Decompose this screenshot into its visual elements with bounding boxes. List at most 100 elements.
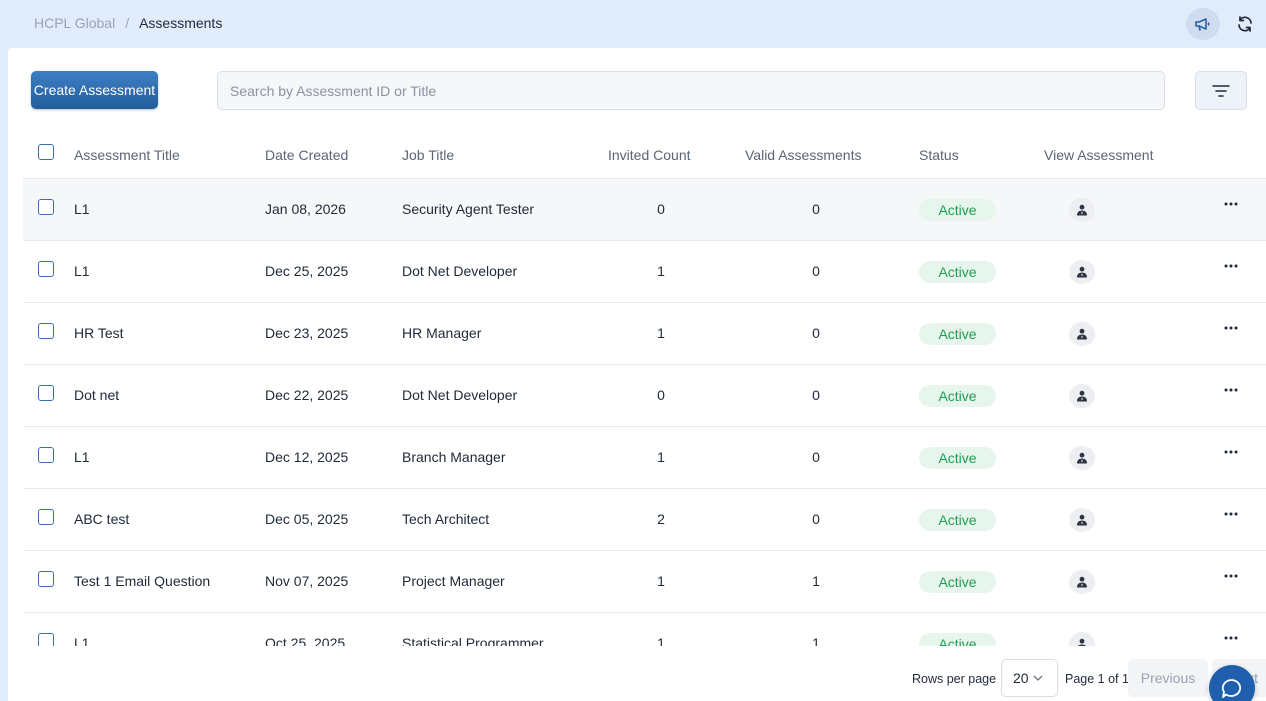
more-horizontal-icon [1224, 388, 1238, 392]
row-actions-button[interactable] [1218, 441, 1244, 461]
date-created: Dec 22, 2025 [265, 387, 349, 403]
row-actions-button[interactable] [1218, 255, 1244, 275]
rows-per-page-label: Rows per page [912, 672, 997, 686]
invited-count: 0 [657, 201, 665, 217]
table-row[interactable]: Dot net Dec 22, 2025 Dot Net Developer 0 0 Ac… [23, 364, 1266, 426]
more-horizontal-icon [1224, 450, 1238, 454]
job-title: Dot Net Developer [402, 387, 518, 403]
view-assessment-button[interactable] [1069, 198, 1095, 222]
chat-icon [1221, 679, 1242, 698]
job-title: Security Agent Tester [402, 201, 535, 217]
previous-page-button[interactable]: Previous [1128, 659, 1208, 697]
invited-count: 2 [657, 511, 665, 527]
invited-count: 1 [657, 263, 665, 279]
table-row[interactable]: L1 Dec 25, 2025 Dot Net Developer 1 0 Active [23, 240, 1266, 302]
row-checkbox[interactable] [38, 385, 54, 401]
assessment-title[interactable]: HR Test [74, 325, 124, 341]
date-created: Oct 25, 2025 [265, 635, 346, 646]
row-actions-button[interactable] [1218, 193, 1244, 213]
more-horizontal-icon [1224, 512, 1238, 516]
column-job-title[interactable]: Job Title [402, 147, 454, 163]
job-title: Tech Architect [402, 511, 490, 527]
assessment-title[interactable]: L1 [74, 635, 90, 646]
table-row[interactable]: L1 Jan 08, 2026 Security Agent Tester 0 0 Act… [23, 178, 1266, 240]
valid-assessments: 0 [812, 201, 820, 217]
refresh-icon [1238, 16, 1252, 32]
assessment-title[interactable]: L1 [74, 449, 90, 465]
assessment-title[interactable]: Test 1 Email Question [74, 573, 210, 589]
view-assessment-button[interactable] [1069, 446, 1095, 470]
column-invited-count[interactable]: Invited Count [608, 147, 691, 163]
status-badge: Active [919, 261, 996, 283]
status-badge: Active [919, 633, 996, 646]
view-assessment-button[interactable] [1069, 260, 1095, 284]
user-view-icon [1077, 390, 1087, 402]
select-all-checkbox[interactable] [38, 144, 54, 160]
assessment-title[interactable]: L1 [74, 263, 90, 279]
assessment-title[interactable]: ABC test [74, 511, 129, 527]
row-checkbox[interactable] [38, 571, 54, 587]
table-header: Assessment Title Date Created Job Title … [23, 134, 1266, 178]
status-badge: Active [919, 323, 996, 345]
rows-per-page-select[interactable]: 20 [1001, 659, 1058, 697]
status-badge: Active [919, 571, 996, 593]
column-valid-assessments[interactable]: Valid Assessments [745, 147, 861, 163]
assessment-title[interactable]: Dot net [74, 387, 119, 403]
column-assessment-title[interactable]: Assessment Title [74, 147, 180, 163]
table-row[interactable]: L1 Dec 12, 2025 Branch Manager 1 0 Active [23, 426, 1266, 488]
more-horizontal-icon [1224, 636, 1238, 640]
row-checkbox[interactable] [38, 509, 54, 525]
row-checkbox[interactable] [38, 261, 54, 277]
view-assessment-button[interactable] [1069, 508, 1095, 532]
breadcrumb-separator: / [125, 15, 130, 31]
filter-icon [1212, 84, 1230, 97]
row-actions-button[interactable] [1218, 379, 1244, 399]
row-actions-button[interactable] [1218, 317, 1244, 337]
table-row[interactable]: HR Test Dec 23, 2025 HR Manager 1 0 Active [23, 302, 1266, 364]
column-status[interactable]: Status [919, 147, 959, 163]
more-horizontal-icon [1224, 264, 1238, 268]
more-horizontal-icon [1224, 326, 1238, 330]
invited-count: 1 [657, 449, 665, 465]
row-checkbox[interactable] [38, 447, 54, 463]
user-view-icon [1077, 576, 1087, 588]
view-assessment-button[interactable] [1069, 632, 1095, 646]
megaphone-icon [1195, 18, 1210, 31]
create-assessment-button[interactable]: Create Assessment [31, 71, 158, 109]
row-actions-button[interactable] [1218, 503, 1244, 523]
job-title: Project Manager [402, 573, 505, 589]
refresh-button[interactable] [1228, 8, 1262, 40]
row-checkbox[interactable] [38, 323, 54, 339]
valid-assessments: 1 [812, 573, 820, 589]
row-actions-button[interactable] [1218, 565, 1244, 585]
page-indicator: Page 1 of 1 [1065, 672, 1129, 686]
view-assessment-button[interactable] [1069, 570, 1095, 594]
view-assessment-button[interactable] [1069, 322, 1095, 346]
breadcrumb-root[interactable]: HCPL Global [34, 15, 115, 31]
assessment-title[interactable]: L1 [74, 201, 90, 217]
assessments-table: Assessment Title Date Created Job Title … [23, 134, 1266, 646]
row-checkbox[interactable] [38, 199, 54, 215]
chevron-down-icon [1033, 675, 1043, 681]
column-view-assessment: View Assessment [1044, 147, 1154, 163]
announcements-button[interactable] [1186, 8, 1220, 40]
row-actions-button[interactable] [1218, 627, 1244, 646]
column-date-created[interactable]: Date Created [265, 147, 348, 163]
view-assessment-button[interactable] [1069, 384, 1095, 408]
table-row[interactable]: Test 1 Email Question Nov 07, 2025 Project… [23, 550, 1266, 612]
search-input[interactable] [217, 71, 1165, 110]
status-badge: Active [919, 447, 996, 469]
table-row[interactable]: ABC test Dec 05, 2025 Tech Architect 2 0 Acti… [23, 488, 1266, 550]
status-badge: Active [919, 199, 996, 221]
more-horizontal-icon [1224, 202, 1238, 206]
breadcrumb: HCPL Global / Assessments [34, 15, 222, 31]
valid-assessments: 0 [812, 449, 820, 465]
job-title: HR Manager [402, 325, 482, 341]
filter-button[interactable] [1195, 71, 1247, 110]
user-view-icon [1077, 514, 1087, 526]
breadcrumb-current: Assessments [139, 15, 223, 31]
table-row[interactable]: L1 Oct 25, 2025 Statistical Programmer 1 1 Ac… [23, 612, 1266, 646]
user-view-icon [1077, 328, 1087, 340]
row-checkbox[interactable] [38, 633, 54, 646]
date-created: Dec 23, 2025 [265, 325, 349, 341]
